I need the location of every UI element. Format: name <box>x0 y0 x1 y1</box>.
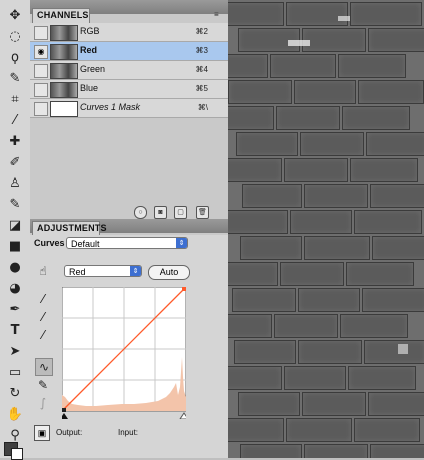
path-select-tool-icon[interactable]: ➤ <box>4 342 26 360</box>
channel-row-red[interactable]: ◉ Red ⌘3 <box>30 42 228 61</box>
gray-point-eyedropper-icon[interactable]: ⁄ <box>35 309 51 325</box>
smooth-curve-icon[interactable]: ∫ <box>35 395 51 411</box>
adjustments-tab-label: ADJUSTMENTS <box>37 223 107 233</box>
channel-thumbnail <box>50 63 78 79</box>
output-label: Output: <box>56 428 83 437</box>
channel-thumbnail <box>50 101 78 117</box>
new-channel-icon[interactable]: ▢ <box>174 206 187 219</box>
channel-thumbnail <box>50 25 78 41</box>
curves-graph[interactable] <box>62 287 186 419</box>
channel-label: Blue <box>80 83 99 93</box>
channel-row-green[interactable]: Green ⌘4 <box>30 61 228 80</box>
load-selection-icon[interactable]: ○ <box>134 206 147 219</box>
black-point-slider <box>62 413 68 419</box>
pencil-draw-icon[interactable]: ✎ <box>35 377 51 393</box>
adjustments-body: Curves Default ⇕ ☝ Red ⇕ Auto ⁄ ⁄ ⁄ ∿ ✎ … <box>30 235 228 458</box>
black-point-eyedropper-icon[interactable]: ⁄ <box>35 291 51 307</box>
channel-shortcut: ⌘\ <box>197 103 208 112</box>
paint-fleck <box>288 40 310 46</box>
input-label: Input: <box>118 428 139 437</box>
brush-tool-icon[interactable]: ✐ <box>4 153 26 171</box>
pen-tool-icon[interactable]: ✒ <box>4 300 26 318</box>
channel-label: Red <box>80 45 98 55</box>
channels-list: RGB ⌘2 ◉ Red ⌘3 Green ⌘4 Blue ⌘5 Curves … <box>30 23 228 118</box>
paint-fleck <box>338 16 350 21</box>
save-selection-icon[interactable]: ◙ <box>154 206 167 219</box>
channel-thumbnail <box>50 82 78 98</box>
channels-tab[interactable]: CHANNELS <box>32 8 90 24</box>
preset-select-value: Default <box>71 239 100 249</box>
auto-button-label: Auto <box>159 267 179 277</box>
marquee-tool-icon[interactable]: ◌ <box>4 27 26 45</box>
history-brush-tool-icon[interactable]: ✎ <box>4 195 26 213</box>
channel-row-rgb[interactable]: RGB ⌘2 <box>30 23 228 42</box>
delete-channel-icon[interactable]: 🗑 <box>196 206 209 219</box>
chevron-down-icon: ⇕ <box>176 238 187 248</box>
gradient-tool-icon[interactable]: ■ <box>4 237 26 255</box>
channel-select[interactable]: Red ⇕ <box>64 265 142 277</box>
quick-select-tool-icon[interactable]: ✎ <box>4 69 26 87</box>
curve-edit-points-icon[interactable]: ∿ <box>35 358 53 376</box>
channel-row-curves-mask[interactable]: Curves 1 Mask ⌘\ <box>30 99 228 118</box>
eraser-tool-icon[interactable]: ◪ <box>4 216 26 234</box>
tools-panel: ✥ ◌ ϙ ✎ ⌗ ⁄ ✚ ✐ ♙ ✎ ◪ ■ ● ◕ ✒ T ➤ ▭ ↻ ✋ … <box>0 0 31 460</box>
auto-button[interactable]: Auto <box>148 265 190 280</box>
shape-tool-icon[interactable]: ▭ <box>4 363 26 381</box>
curves-label: Curves <box>34 238 65 248</box>
channel-shortcut: ⌘4 <box>195 65 208 74</box>
panel-menu-icon[interactable]: ≡ <box>214 10 224 19</box>
visibility-eye-icon[interactable] <box>34 83 48 97</box>
channel-shortcut: ⌘2 <box>195 27 208 36</box>
visibility-eye-icon[interactable] <box>34 26 48 40</box>
panels-dock: CHANNELS ≡ RGB ⌘2 ◉ Red ⌘3 Green ⌘4 Blue… <box>30 0 228 458</box>
visibility-eye-icon[interactable] <box>34 102 48 116</box>
dodge-tool-icon[interactable]: ◕ <box>4 279 26 297</box>
channels-tab-label: CHANNELS <box>37 10 89 20</box>
curve-white-point <box>182 287 186 291</box>
background-color-swatch[interactable] <box>11 448 23 460</box>
preset-select[interactable]: Default ⇕ <box>66 237 188 249</box>
eyedropper-tool-icon[interactable]: ⁄ <box>4 111 26 129</box>
show-clipping-icon[interactable]: ▣ <box>34 425 50 441</box>
white-point-slider <box>179 412 186 419</box>
type-tool-icon[interactable]: T <box>4 321 26 339</box>
3d-rotate-tool-icon[interactable]: ↻ <box>4 384 26 402</box>
channel-row-blue[interactable]: Blue ⌘5 <box>30 80 228 99</box>
document-canvas[interactable] <box>228 0 424 458</box>
clone-stamp-tool-icon[interactable]: ♙ <box>4 174 26 192</box>
healing-brush-tool-icon[interactable]: ✚ <box>4 132 26 150</box>
channel-label: Curves 1 Mask <box>80 102 141 112</box>
move-tool-icon[interactable]: ✥ <box>4 6 26 24</box>
visibility-eye-icon[interactable] <box>34 64 48 78</box>
targeted-adjustment-hand-icon[interactable]: ☝ <box>35 263 51 279</box>
curve-black-point <box>62 408 66 412</box>
chevron-down-icon: ⇕ <box>130 266 141 276</box>
channel-label: RGB <box>80 26 100 36</box>
channel-shortcut: ⌘5 <box>195 84 208 93</box>
channel-select-value: Red <box>69 267 86 277</box>
hand-tool-icon[interactable]: ✋ <box>4 405 26 423</box>
lasso-tool-icon[interactable]: ϙ <box>4 48 26 66</box>
channel-shortcut: ⌘3 <box>195 46 208 55</box>
visibility-eye-icon[interactable]: ◉ <box>34 45 48 59</box>
paint-fleck <box>398 344 408 354</box>
blur-tool-icon[interactable]: ● <box>4 258 26 276</box>
white-point-eyedropper-icon[interactable]: ⁄ <box>35 327 51 343</box>
channel-label: Green <box>80 64 106 74</box>
crop-tool-icon[interactable]: ⌗ <box>4 90 26 108</box>
channel-thumbnail <box>50 44 78 60</box>
